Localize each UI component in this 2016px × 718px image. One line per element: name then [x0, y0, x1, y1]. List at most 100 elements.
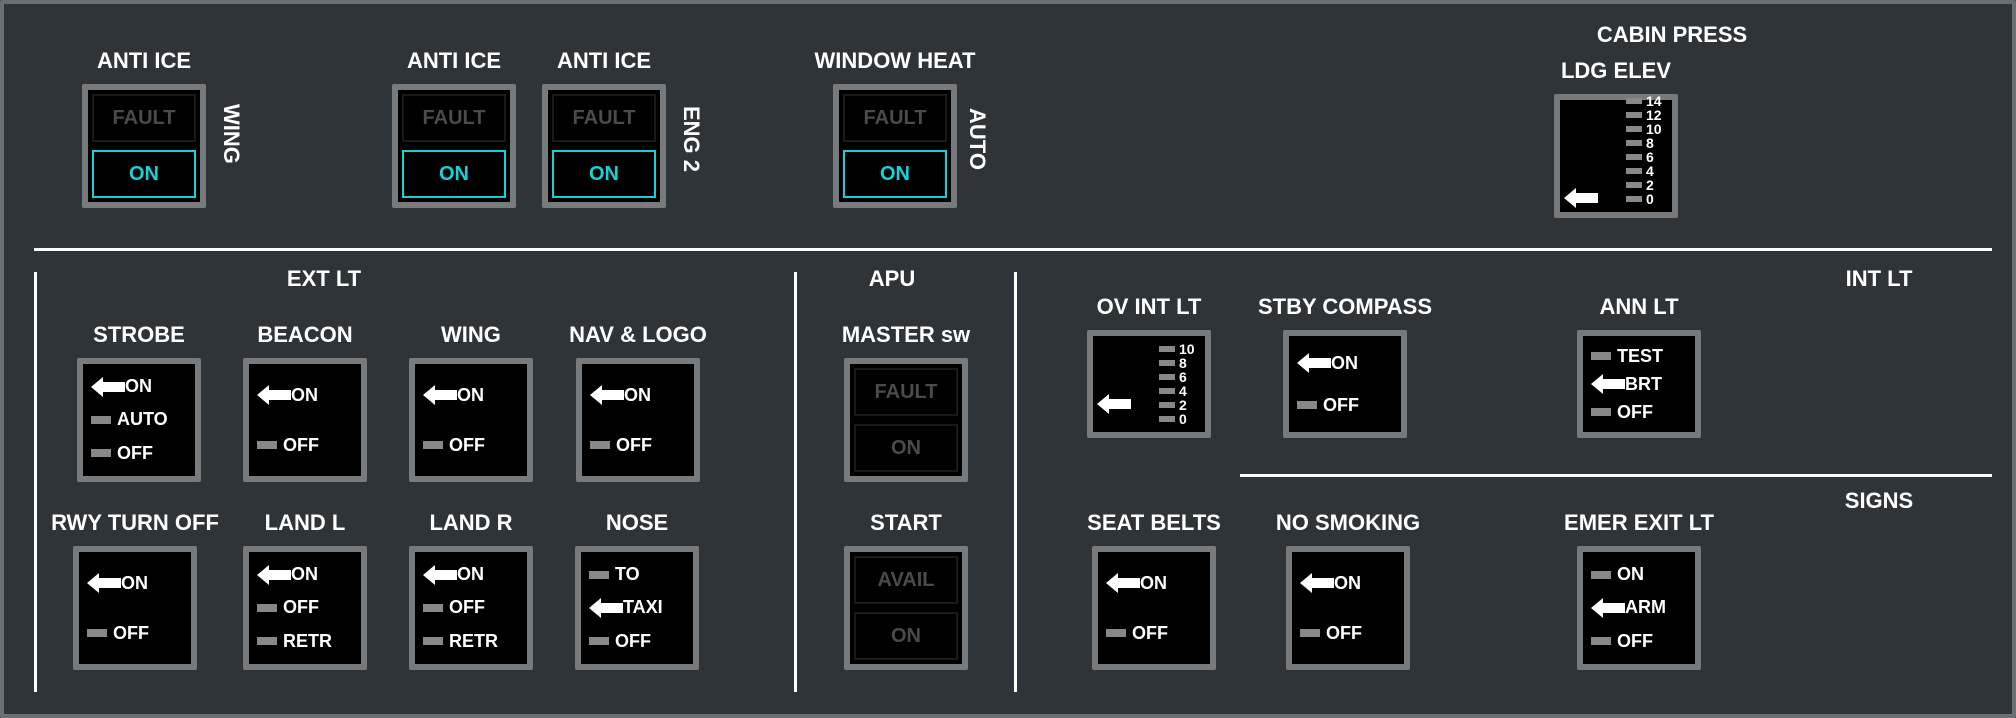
position-label: OFF: [449, 435, 485, 456]
seat-belts-title: SEAT BELTS: [1087, 510, 1221, 536]
scale-row: 14: [1600, 94, 1668, 108]
scale-tick: [1626, 140, 1642, 146]
nav-logo-switch[interactable]: ONOFF: [576, 358, 700, 482]
switch-position: ON: [423, 381, 519, 409]
anti-ice-eng1-button[interactable]: FAULT ON: [392, 84, 516, 208]
wing-light-group: WING ONOFF: [396, 322, 546, 482]
anti-ice-eng2-side-label: ENG 2: [678, 106, 704, 172]
position-label: ON: [1617, 564, 1644, 585]
scale-tick: [1626, 154, 1642, 160]
apu-start-state: ON: [854, 612, 958, 660]
switch-position: RETR: [423, 627, 519, 655]
switch-position: OFF: [1591, 398, 1687, 426]
position-label: ON: [1334, 573, 1361, 594]
anti-ice-wing-group: ANTI ICE FAULT ON: [82, 48, 206, 208]
switch-position: AUTO: [91, 406, 187, 434]
position-label: ON: [291, 385, 318, 406]
switch-position: OFF: [1106, 619, 1202, 647]
position-tick: [1591, 571, 1611, 579]
position-tick: [423, 604, 443, 612]
emer-exit-lt-title: EMER EXIT LT: [1564, 510, 1714, 536]
position-label: TEST: [1617, 346, 1663, 367]
strobe-title: STROBE: [93, 322, 185, 348]
scale-row: 10: [1133, 342, 1201, 356]
position-tick: [91, 416, 111, 424]
land-r-group: LAND R ONOFFRETR: [396, 510, 546, 670]
emer-exit-lt-group: EMER EXIT LT ONARMOFF: [1534, 510, 1744, 670]
scale-tick: [1159, 388, 1175, 394]
position-tick: [91, 449, 111, 457]
scale-tick: [1626, 98, 1642, 104]
position-label: ON: [457, 564, 484, 585]
window-heat-button[interactable]: FAULT ON: [833, 84, 957, 208]
position-label: ON: [1140, 573, 1167, 594]
switch-position: ON: [257, 561, 353, 589]
scale-tick: [1626, 196, 1642, 202]
nav-logo-title: NAV & LOGO: [569, 322, 707, 348]
ann-lt-title: ANN LT: [1599, 294, 1678, 320]
divider-top: [34, 248, 1992, 251]
position-tick: [589, 571, 609, 579]
stby-compass-title: STBY COMPASS: [1258, 294, 1432, 320]
scale-row: 4: [1600, 164, 1668, 178]
beacon-switch[interactable]: ONOFF: [243, 358, 367, 482]
ldg-elev-title: LDG ELEV: [1561, 58, 1671, 84]
land-l-switch[interactable]: ONOFFRETR: [243, 546, 367, 670]
knob-pointer-icon: [257, 563, 291, 587]
position-label: RETR: [449, 631, 498, 652]
position-label: OFF: [113, 623, 149, 644]
window-heat-side-label: AUTO: [964, 108, 990, 170]
no-smoking-group: NO SMOKING ONOFF: [1248, 510, 1448, 670]
no-smoking-switch[interactable]: ONOFF: [1286, 546, 1410, 670]
scale-row: 0: [1600, 192, 1668, 206]
scale-tick: [1159, 402, 1175, 408]
nose-switch[interactable]: TOTAXIOFF: [575, 546, 699, 670]
position-label: ON: [125, 376, 152, 397]
position-label: ON: [121, 573, 148, 594]
ov-int-lt-selector[interactable]: 0246810: [1087, 330, 1211, 438]
knob-pointer-icon: [1591, 596, 1625, 620]
anti-ice-wing-side-label: WING: [218, 104, 244, 164]
ann-lt-switch[interactable]: TEST BRT OFF: [1577, 330, 1701, 438]
nose-title: NOSE: [606, 510, 668, 536]
switch-position: ON: [1106, 569, 1202, 597]
apu-master-fault: FAULT: [854, 368, 958, 416]
position-label: TO: [615, 564, 640, 585]
position-label: OFF: [616, 435, 652, 456]
land-r-switch[interactable]: ON OFF RETR: [409, 546, 533, 670]
scale-tick: [1159, 360, 1175, 366]
ov-int-lt-title: OV INT LT: [1097, 294, 1202, 320]
rwy-turn-off-switch[interactable]: ON OFF: [73, 546, 197, 670]
anti-ice-eng2-button[interactable]: FAULT ON: [542, 84, 666, 208]
anti-ice-wing-button[interactable]: FAULT ON: [82, 84, 206, 208]
scale-tick: [1626, 112, 1642, 118]
switch-position: OFF: [423, 594, 519, 622]
position-label: BRT: [1625, 374, 1662, 395]
rwy-turn-off-title: RWY TURN OFF: [51, 510, 219, 536]
apu-start-button[interactable]: AVAIL ON: [844, 546, 968, 670]
wing-light-switch[interactable]: ON OFF: [409, 358, 533, 482]
emer-exit-lt-switch[interactable]: ONARMOFF: [1577, 546, 1701, 670]
stby-compass-switch[interactable]: ONOFF: [1283, 330, 1407, 438]
position-label: OFF: [1132, 623, 1168, 644]
apu-master-state: ON: [854, 424, 958, 472]
position-label: OFF: [1617, 402, 1653, 423]
divider-apu-int: [1014, 272, 1017, 692]
position-label: OFF: [283, 597, 319, 618]
position-tick: [1591, 637, 1611, 645]
stby-compass-group: STBY COMPASS ONOFF: [1240, 294, 1450, 438]
window-heat-state: ON: [843, 150, 947, 198]
position-label: AUTO: [117, 409, 168, 430]
switch-position: TO: [589, 561, 685, 589]
nav-logo-group: NAV & LOGO ONOFF: [548, 322, 728, 482]
scale-row: 12: [1600, 108, 1668, 122]
overhead-panel: CABIN PRESS ANTI ICE FAULT ON WING ANTI …: [0, 0, 2016, 718]
strobe-switch[interactable]: ONAUTOOFF: [77, 358, 201, 482]
seat-belts-switch[interactable]: ON OFF: [1092, 546, 1216, 670]
ov-int-lt-group: OV INT LT 0246810: [1064, 294, 1234, 438]
scale-row: 4: [1133, 384, 1201, 398]
land-l-title: LAND L: [265, 510, 346, 536]
window-heat-group: WINDOW HEAT FAULT ON: [800, 48, 990, 208]
ldg-elev-selector[interactable]: 02468101214: [1554, 94, 1678, 218]
apu-master-button[interactable]: FAULT ON: [844, 358, 968, 482]
